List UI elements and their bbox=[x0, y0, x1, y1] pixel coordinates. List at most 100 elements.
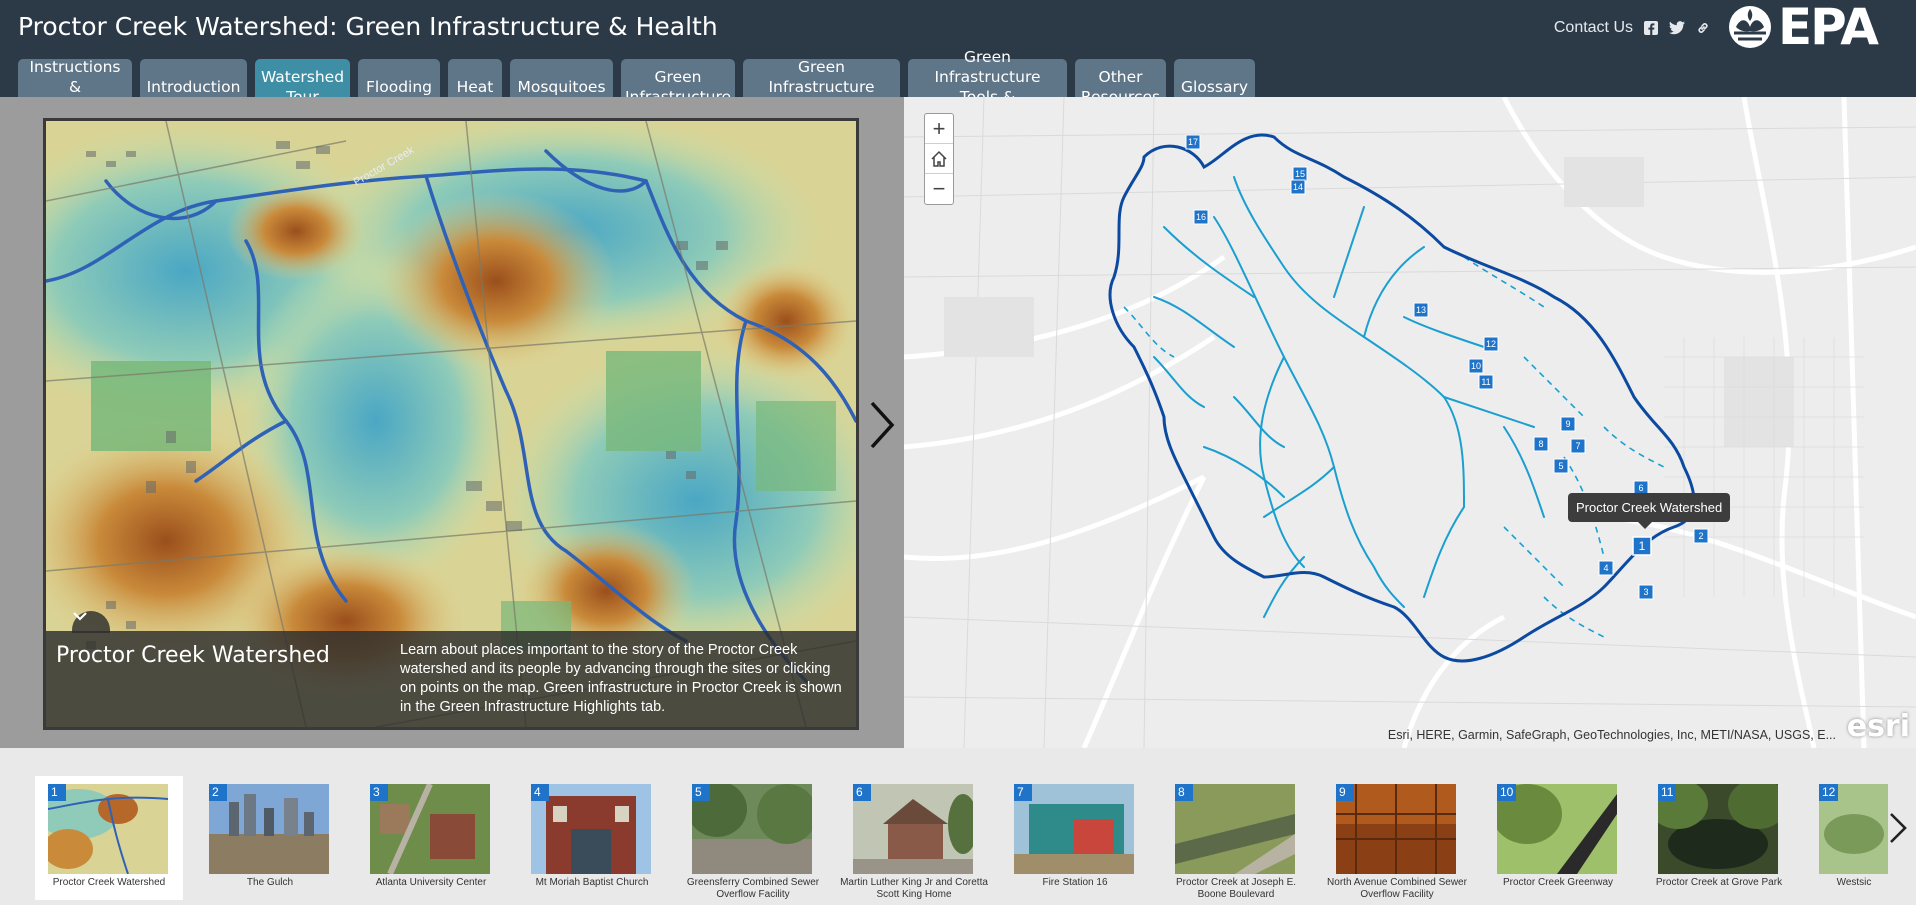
carousel-label: Westsic bbox=[1836, 877, 1872, 888]
carousel-label: Proctor Creek Greenway bbox=[1502, 877, 1614, 888]
svg-text:16: 16 bbox=[1196, 212, 1206, 222]
carousel-number: 5 bbox=[692, 784, 710, 801]
carousel-item-6[interactable]: 6 Martin Luther King Jr and Coretta Scot… bbox=[840, 776, 988, 900]
thumbnail-image bbox=[1175, 784, 1295, 874]
twitter-icon[interactable] bbox=[1669, 20, 1685, 36]
zoom-controls: + − bbox=[924, 113, 954, 205]
page-title: Proctor Creek Watershed: Green Infrastru… bbox=[18, 12, 718, 41]
carousel-number: 6 bbox=[853, 784, 871, 801]
thumbnail-image bbox=[48, 784, 168, 874]
home-button[interactable] bbox=[925, 144, 953, 174]
thumbnail-image bbox=[692, 784, 812, 874]
svg-text:1: 1 bbox=[1639, 539, 1646, 553]
map-marker-14[interactable]: 14 bbox=[1290, 179, 1306, 195]
zoom-in-button[interactable]: + bbox=[925, 114, 953, 144]
tour-map[interactable]: 17 15 14 16 13 12 10 11 9 8 7 5 6 2 1 4 … bbox=[904, 97, 1916, 748]
carousel-label: North Avenue Combined Sewer Overflow Fac… bbox=[1327, 877, 1467, 900]
carousel-label: Greensferry Combined Sewer Overflow Faci… bbox=[686, 877, 820, 900]
carousel-item-4[interactable]: 4 Mt Moriah Baptist Church bbox=[518, 776, 666, 900]
carousel-number: 10 bbox=[1497, 784, 1517, 801]
carousel-item-7[interactable]: 7 Fire Station 16 bbox=[1001, 776, 1149, 900]
carousel-number: 7 bbox=[1014, 784, 1032, 801]
zoom-out-button[interactable]: − bbox=[925, 174, 953, 204]
map-marker-4[interactable]: 4 bbox=[1598, 560, 1614, 576]
carousel-label: Mt Moriah Baptist Church bbox=[535, 877, 649, 888]
map-marker-16[interactable]: 16 bbox=[1193, 209, 1209, 225]
home-icon bbox=[931, 150, 947, 167]
watershed-elevation-image: Proctor Creek Proctor Creek Watershed Le… bbox=[43, 118, 859, 730]
carousel-label: Atlanta University Center bbox=[375, 877, 487, 888]
carousel-item-12[interactable]: 12 Westsic bbox=[1806, 776, 1888, 900]
svg-text:3: 3 bbox=[1643, 587, 1648, 597]
epa-logo[interactable]: EPA bbox=[1726, 0, 1898, 56]
carousel-item-8[interactable]: 8 Proctor Creek at Joseph E. Boone Boule… bbox=[1162, 776, 1310, 900]
svg-text:14: 14 bbox=[1293, 182, 1303, 192]
svg-text:13: 13 bbox=[1416, 305, 1426, 315]
thumbnail-image bbox=[853, 784, 973, 874]
carousel-item-11[interactable]: 11 Proctor Creek at Grove Park bbox=[1645, 776, 1793, 900]
map-attribution: Esri, HERE, Garmin, SafeGraph, GeoTechno… bbox=[1387, 728, 1836, 742]
chevron-down-icon bbox=[73, 612, 87, 621]
svg-text:10: 10 bbox=[1471, 361, 1481, 371]
carousel-number: 12 bbox=[1819, 784, 1839, 801]
carousel-number: 9 bbox=[1336, 784, 1354, 801]
caption-title: Proctor Creek Watershed bbox=[56, 643, 330, 668]
map-marker-5[interactable]: 5 bbox=[1553, 458, 1569, 474]
map-marker-8[interactable]: 8 bbox=[1533, 436, 1549, 452]
thumbnail-image bbox=[531, 784, 651, 874]
map-marker-3[interactable]: 3 bbox=[1638, 584, 1654, 600]
link-icon[interactable] bbox=[1695, 20, 1711, 36]
map-marker-17[interactable]: 17 bbox=[1185, 134, 1201, 150]
carousel-label: Proctor Creek at Grove Park bbox=[1655, 877, 1783, 888]
map-marker-10[interactable]: 10 bbox=[1468, 358, 1484, 374]
carousel-item-2[interactable]: 2 The Gulch bbox=[196, 776, 344, 900]
map-marker-1[interactable]: 1 bbox=[1632, 536, 1652, 556]
caption-panel: Proctor Creek Watershed Learn about plac… bbox=[46, 611, 856, 727]
map-marker-9[interactable]: 9 bbox=[1560, 416, 1576, 432]
carousel-item-5[interactable]: 5 Greensferry Combined Sewer Overflow Fa… bbox=[679, 776, 827, 900]
media-panel: Proctor Creek Proctor Creek Watershed Le… bbox=[0, 97, 904, 748]
carousel-label: The Gulch bbox=[246, 877, 294, 888]
svg-text:7: 7 bbox=[1575, 441, 1580, 451]
svg-text:17: 17 bbox=[1188, 137, 1198, 147]
map-marker-11[interactable]: 11 bbox=[1478, 374, 1494, 390]
chevron-right-icon bbox=[870, 401, 895, 449]
svg-text:12: 12 bbox=[1486, 339, 1496, 349]
map-marker-15[interactable]: 15 bbox=[1292, 166, 1308, 182]
map-marker-7[interactable]: 7 bbox=[1570, 438, 1586, 454]
svg-text:2: 2 bbox=[1698, 531, 1703, 541]
carousel-label: Proctor Creek at Joseph E. Boone Bouleva… bbox=[1175, 877, 1297, 900]
map-marker-13[interactable]: 13 bbox=[1413, 302, 1429, 318]
carousel-item-10[interactable]: 10 Proctor Creek Greenway bbox=[1484, 776, 1632, 900]
chevron-right-icon bbox=[1890, 813, 1907, 843]
map-marker-2[interactable]: 2 bbox=[1693, 528, 1709, 544]
svg-text:4: 4 bbox=[1603, 563, 1608, 573]
next-slide-button[interactable] bbox=[862, 397, 900, 453]
epa-logo-text: EPA bbox=[1778, 0, 1879, 56]
thumbnail-image bbox=[370, 784, 490, 874]
esri-logo[interactable]: esri bbox=[1847, 709, 1910, 744]
story-carousel: 1 Proctor Creek Watershed 2 The Gulch 3 … bbox=[0, 748, 1916, 905]
carousel-number: 8 bbox=[1175, 784, 1193, 801]
thumbnail-image bbox=[1014, 784, 1134, 874]
thumbnail-image bbox=[1336, 784, 1456, 874]
svg-text:8: 8 bbox=[1538, 439, 1543, 449]
carousel-item-3[interactable]: 3 Atlanta University Center bbox=[357, 776, 505, 900]
svg-text:11: 11 bbox=[1481, 377, 1490, 387]
carousel-item-1[interactable]: 1 Proctor Creek Watershed bbox=[35, 776, 183, 900]
map-marker-12[interactable]: 12 bbox=[1483, 336, 1499, 352]
carousel-number: 2 bbox=[209, 784, 227, 801]
svg-text:5: 5 bbox=[1558, 461, 1563, 471]
svg-text:15: 15 bbox=[1295, 169, 1305, 179]
contact-us-link[interactable]: Contact Us bbox=[1554, 19, 1633, 37]
carousel-label: Proctor Creek Watershed bbox=[52, 877, 166, 888]
svg-text:9: 9 bbox=[1565, 419, 1570, 429]
facebook-icon[interactable] bbox=[1643, 20, 1659, 36]
carousel-item-9[interactable]: 9 North Avenue Combined Sewer Overflow F… bbox=[1323, 776, 1471, 900]
carousel-number: 1 bbox=[48, 784, 66, 801]
epa-flower-icon bbox=[1729, 6, 1771, 48]
map-tooltip: Proctor Creek Watershed bbox=[1568, 493, 1731, 529]
carousel-next-button[interactable] bbox=[1886, 808, 1910, 848]
thumbnail-image bbox=[209, 784, 329, 874]
carousel-number: 11 bbox=[1658, 784, 1677, 801]
